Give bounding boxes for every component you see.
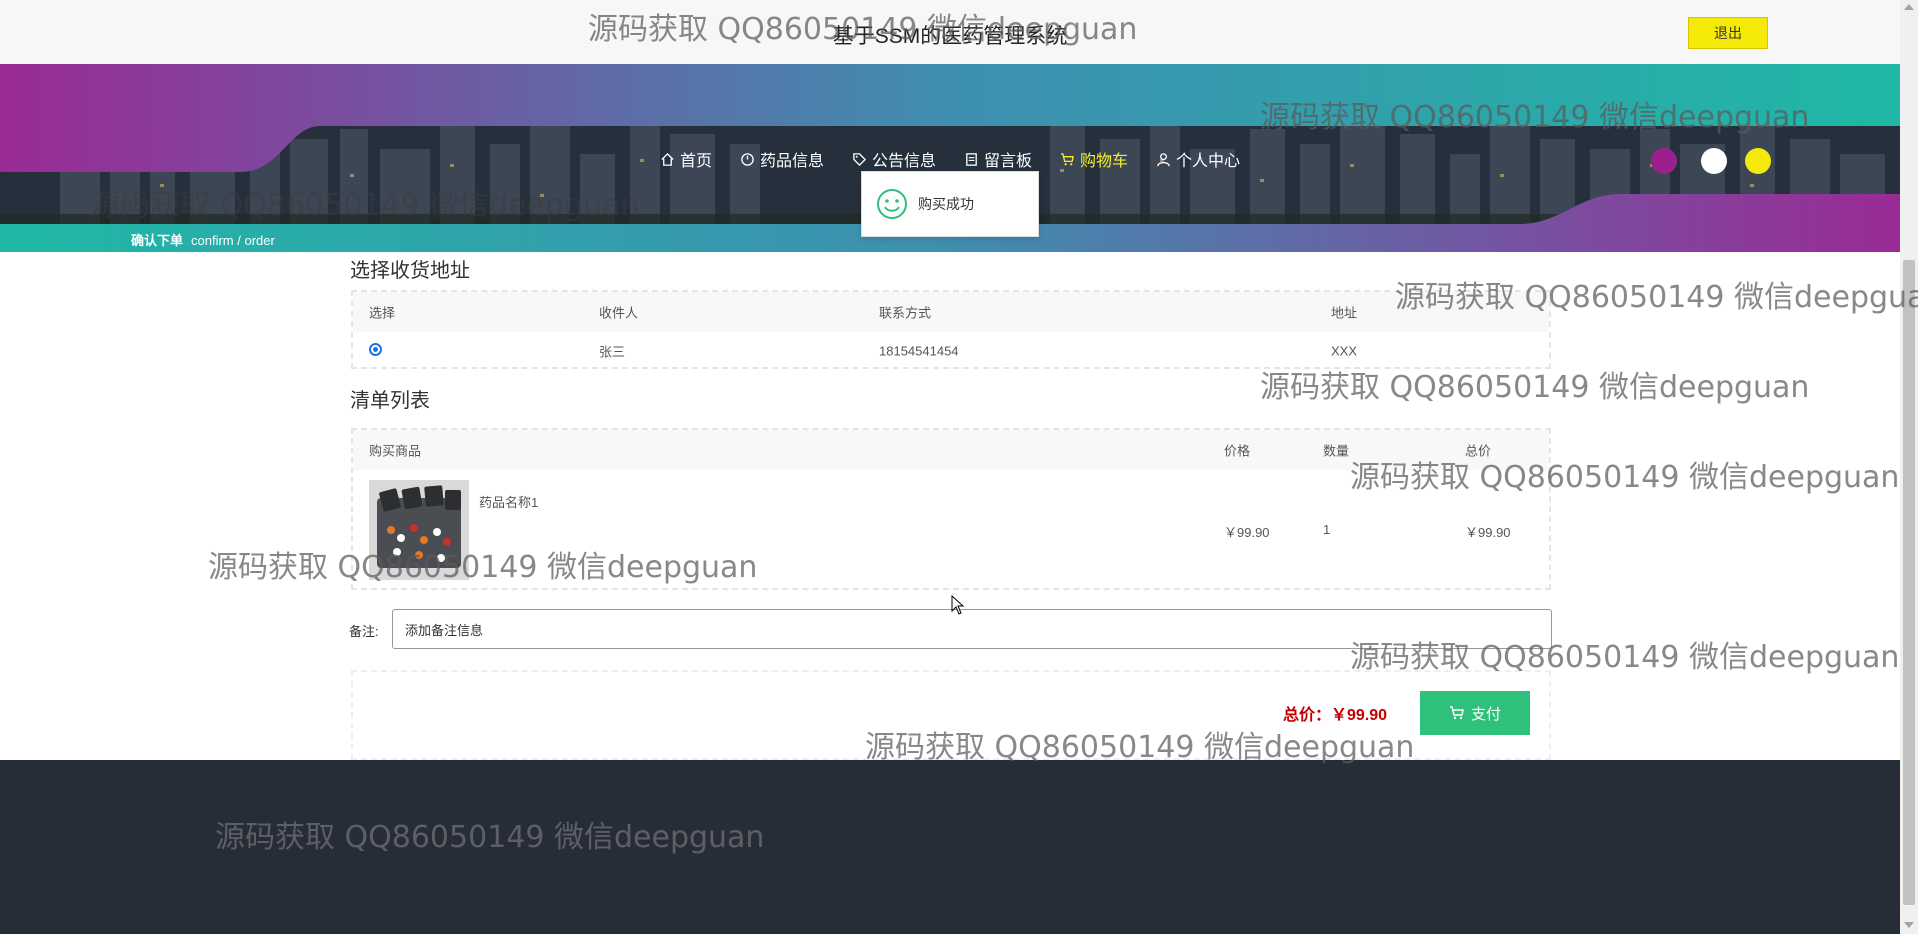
header-address: 地址	[1331, 305, 1358, 321]
site-title: 基于SSM的医药管理系统	[832, 25, 1068, 48]
order-table: 购买商品 价格 数量 总价 药品名称1 ￥99.90 1 ￥99.90	[351, 428, 1551, 590]
page-scrollbar[interactable]	[1900, 0, 1918, 934]
nav-item-label: 购物车	[1080, 153, 1129, 170]
nav-item-messages[interactable]: 留言板	[950, 146, 1046, 172]
breadcrumb-cn: 确认下单	[131, 233, 184, 248]
header-phone: 联系方式	[879, 305, 932, 321]
home-icon	[661, 152, 674, 166]
header-product: 购买商品	[369, 443, 422, 459]
product-image	[369, 480, 469, 580]
cart-icon	[1060, 152, 1074, 165]
nav-item-medicine[interactable]: 药品信息	[726, 146, 838, 172]
theme-color-yellow[interactable]	[1745, 148, 1771, 174]
cart-icon	[1449, 706, 1464, 720]
nav-item-label: 首页	[679, 153, 712, 170]
recipient-name: 张三	[599, 344, 626, 359]
address-radio[interactable]	[369, 342, 382, 359]
scroll-thumb[interactable]	[1903, 260, 1915, 905]
total-price: 总价：￥99.90	[1283, 707, 1388, 724]
breadcrumb-en: confirm / order	[191, 233, 275, 248]
breadcrumb: 确认下单 confirm / order	[131, 230, 275, 249]
tag-icon	[853, 152, 867, 166]
pay-button-label: 支付	[1470, 705, 1501, 723]
toast-message: 购买成功	[918, 196, 974, 212]
smile-icon	[877, 189, 907, 219]
remark-label: 备注:	[349, 624, 379, 639]
main-nav: 首页 药品信息 公告信息 留言板 购物车 个人中心	[0, 146, 1900, 172]
nav-item-label: 公告信息	[871, 153, 936, 170]
pay-button[interactable]: 支付	[1420, 691, 1530, 735]
scroll-down-arrow-icon[interactable]	[1904, 922, 1914, 928]
product-total: ￥99.90	[1465, 525, 1511, 540]
clock-icon	[741, 152, 754, 166]
order-section-title: 清单列表	[350, 390, 430, 412]
product-price: ￥99.90	[1224, 525, 1270, 540]
top-bar: 基于SSM的医药管理系统 退出	[0, 0, 1900, 64]
recipient-phone: 18154541454	[879, 343, 959, 358]
remark-input[interactable]	[392, 609, 1552, 649]
address-table-header: 选择 收件人 联系方式 地址	[353, 292, 1549, 332]
header-recipient: 收件人	[599, 305, 639, 321]
address-section-title: 选择收货地址	[350, 260, 470, 282]
nav-item-label: 药品信息	[759, 153, 824, 170]
nav-item-notice[interactable]: 公告信息	[838, 146, 950, 172]
nav-item-home[interactable]: 首页	[646, 146, 726, 172]
nav-item-cart[interactable]: 购物车	[1046, 146, 1142, 172]
product-name[interactable]: 药品名称1	[479, 492, 538, 511]
user-icon	[1157, 152, 1170, 166]
header-select: 选择	[369, 305, 396, 321]
footer	[0, 760, 1900, 934]
nav-item-label: 留言板	[984, 153, 1033, 170]
theme-color-white[interactable]	[1701, 148, 1727, 174]
nav-item-label: 个人中心	[1176, 153, 1241, 170]
success-toast: 购买成功	[861, 171, 1039, 237]
clipboard-icon	[966, 152, 977, 166]
address-table: 选择 收件人 联系方式 地址 张三 18154541454 XXX	[351, 290, 1551, 369]
recipient-address: XXX	[1331, 343, 1358, 358]
header-total: 总价	[1465, 443, 1492, 459]
scroll-up-arrow-icon[interactable]	[1904, 4, 1914, 10]
mouse-cursor-icon	[951, 595, 965, 615]
theme-color-purple[interactable]	[1651, 148, 1677, 174]
header-quantity: 数量	[1323, 443, 1350, 459]
logout-button[interactable]: 退出	[1688, 17, 1768, 49]
address-row[interactable]: 张三 18154541454 XXX	[353, 332, 1549, 369]
header-price: 价格	[1224, 443, 1251, 459]
order-item-row: 药品名称1 ￥99.90 1 ￥99.90	[353, 470, 1549, 590]
nav-item-profile[interactable]: 个人中心	[1142, 146, 1254, 172]
product-quantity: 1	[1323, 522, 1331, 537]
order-table-header: 购买商品 价格 数量 总价	[353, 430, 1549, 470]
